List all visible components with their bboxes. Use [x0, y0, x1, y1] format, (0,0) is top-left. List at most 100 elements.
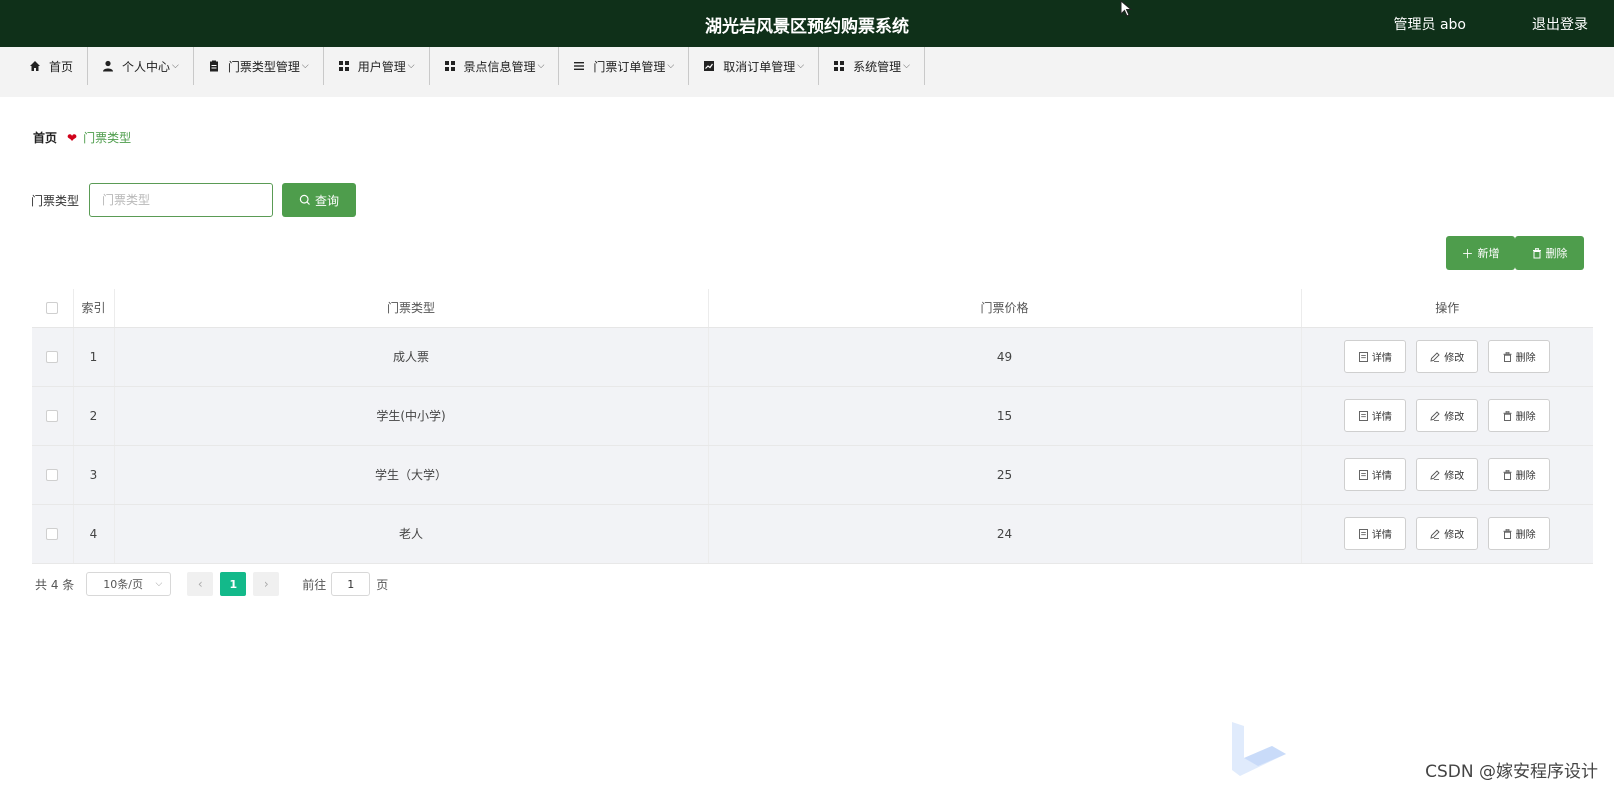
edit-button-label: 修改 [1444, 412, 1465, 423]
page-size-value: 10条/页 [103, 578, 143, 591]
row-ticket-type: 学生(中小学) [114, 386, 709, 446]
row-checkbox[interactable] [46, 528, 59, 540]
chart-icon [704, 61, 715, 71]
table-row: 1 成人票 49 详情 修改 删除 [32, 327, 1593, 387]
detail-button-label: 详情 [1371, 471, 1392, 482]
main-nav: 首页 个人中心 ⌵ 门票类型管理 ⌵ 用户管理 ⌵ 景点信息管理 ⌵ 门票订单管… [0, 47, 1614, 97]
row-delete-button[interactable]: 删除 [1488, 517, 1551, 550]
detail-button[interactable]: 详情 [1344, 458, 1407, 491]
row-delete-button[interactable]: 删除 [1488, 458, 1551, 491]
nav-item-label: 取消订单管理 [723, 59, 796, 74]
ticket-type-search-input[interactable] [89, 183, 274, 217]
row-index: 4 [73, 504, 115, 564]
row-select-cell [32, 327, 74, 387]
nav-item-home[interactable]: 首页 [15, 47, 89, 85]
chevron-down-icon: ⌵ [537, 61, 545, 71]
row-ticket-price: 24 [708, 504, 1302, 564]
nav-item-ticket-orders[interactable]: 门票订单管理 ⌵ [559, 47, 690, 85]
row-ops: 详情 修改 删除 [1301, 504, 1593, 564]
row-checkbox[interactable] [46, 469, 59, 481]
pencil-icon [1430, 410, 1440, 421]
row-index: 2 [73, 386, 115, 446]
edit-button[interactable]: 修改 [1416, 399, 1479, 432]
nav-item-scenic-info[interactable]: 景点信息管理 ⌵ [430, 47, 560, 85]
heart-icon: ❤ [67, 130, 78, 145]
detail-button[interactable]: 详情 [1344, 517, 1407, 550]
pagination: 共 4 条 10条/页 ⌵ ‹ 1 › 前往 页 [35, 572, 388, 596]
detail-button[interactable]: 详情 [1344, 399, 1407, 432]
trash-icon [1503, 351, 1512, 362]
row-delete-button-label: 删除 [1515, 471, 1536, 482]
row-ops: 详情 修改 删除 [1301, 327, 1593, 387]
grid-icon [834, 61, 845, 71]
trash-icon [1503, 528, 1512, 539]
logout-link[interactable]: 退出登录 [1532, 14, 1588, 34]
table-row: 3 学生（大学） 25 详情 修改 删除 [32, 445, 1593, 505]
grid-icon [444, 61, 455, 71]
query-button[interactable]: 查询 [282, 183, 357, 217]
row-checkbox[interactable] [46, 351, 59, 363]
grid-icon [338, 61, 349, 71]
row-delete-button-label: 删除 [1515, 353, 1536, 364]
search-label: 门票类型 [31, 193, 80, 208]
home-icon [30, 61, 40, 71]
total-count: 共 4 条 [35, 577, 75, 592]
detail-button-label: 详情 [1371, 412, 1392, 423]
breadcrumb-home[interactable]: 首页 [33, 129, 57, 146]
goto-page-input[interactable] [331, 572, 371, 596]
row-delete-button[interactable]: 删除 [1488, 399, 1551, 432]
watermark-text: CSDN @嫁安程序设计 [1425, 762, 1598, 782]
row-ticket-price: 25 [708, 445, 1302, 505]
trash-icon [1532, 247, 1541, 258]
top-header: 湖光岩风景区预约购票系统 管理员 abo 退出登录 [0, 0, 1614, 47]
bulk-delete-button-label: 删除 [1545, 247, 1568, 260]
row-select-cell [32, 445, 74, 505]
row-ops: 详情 修改 删除 [1301, 445, 1593, 505]
document-icon [1358, 528, 1368, 539]
select-all-cell [32, 289, 74, 328]
page-suffix: 页 [376, 577, 389, 592]
chevron-down-icon: ⌵ [667, 61, 675, 71]
search-bar: 门票类型 查询 [31, 183, 357, 217]
bulk-delete-button[interactable]: 删除 [1515, 236, 1584, 270]
page-size-select[interactable]: 10条/页 ⌵ [86, 572, 172, 596]
pencil-icon [1430, 528, 1440, 539]
nav-item-label: 景点信息管理 [463, 59, 536, 74]
goto-label: 前往 [302, 577, 327, 592]
edit-button[interactable]: 修改 [1416, 340, 1479, 373]
nav-item-label: 首页 [49, 59, 74, 74]
row-ticket-type: 老人 [114, 504, 709, 564]
prev-page-button[interactable]: ‹ [187, 572, 214, 596]
row-select-cell [32, 386, 74, 446]
row-delete-button-label: 删除 [1515, 530, 1536, 541]
app-title: 湖光岩风景区预约购票系统 [705, 17, 909, 37]
table-actions: ＋ 新增 删除 [1446, 236, 1584, 270]
nav-item-cancel-orders[interactable]: 取消订单管理 ⌵ [689, 47, 820, 85]
row-ticket-type: 成人票 [114, 327, 709, 387]
page-number-1[interactable]: 1 [220, 572, 247, 596]
nav-item-label: 用户管理 [357, 59, 406, 74]
row-ticket-price: 15 [708, 386, 1302, 446]
edit-button[interactable]: 修改 [1416, 517, 1479, 550]
nav-item-personal-center[interactable]: 个人中心 ⌵ [88, 47, 194, 85]
nav-item-ticket-type[interactable]: 门票类型管理 ⌵ [194, 47, 324, 85]
nav-item-user-mgmt[interactable]: 用户管理 ⌵ [324, 47, 430, 85]
row-delete-button[interactable]: 删除 [1488, 340, 1551, 373]
watermark-logo-icon [1232, 722, 1286, 776]
select-all-checkbox[interactable] [46, 302, 59, 315]
nav-item-system-mgmt[interactable]: 系统管理 ⌵ [819, 47, 925, 85]
document-icon [1358, 351, 1368, 362]
next-page-button[interactable]: › [253, 572, 280, 596]
row-index: 3 [73, 445, 115, 505]
edit-button[interactable]: 修改 [1416, 458, 1479, 491]
column-header-price: 门票价格 [708, 289, 1302, 328]
detail-button[interactable]: 详情 [1344, 340, 1407, 373]
add-button[interactable]: ＋ 新增 [1446, 236, 1515, 270]
list-icon [574, 62, 585, 70]
column-header-index: 索引 [73, 289, 115, 328]
row-checkbox[interactable] [46, 410, 59, 422]
breadcrumb-current: 门票类型 [83, 131, 132, 145]
table-row: 2 学生(中小学) 15 详情 修改 删除 [32, 386, 1593, 446]
row-select-cell [32, 504, 74, 564]
query-button-label: 查询 [315, 193, 340, 208]
